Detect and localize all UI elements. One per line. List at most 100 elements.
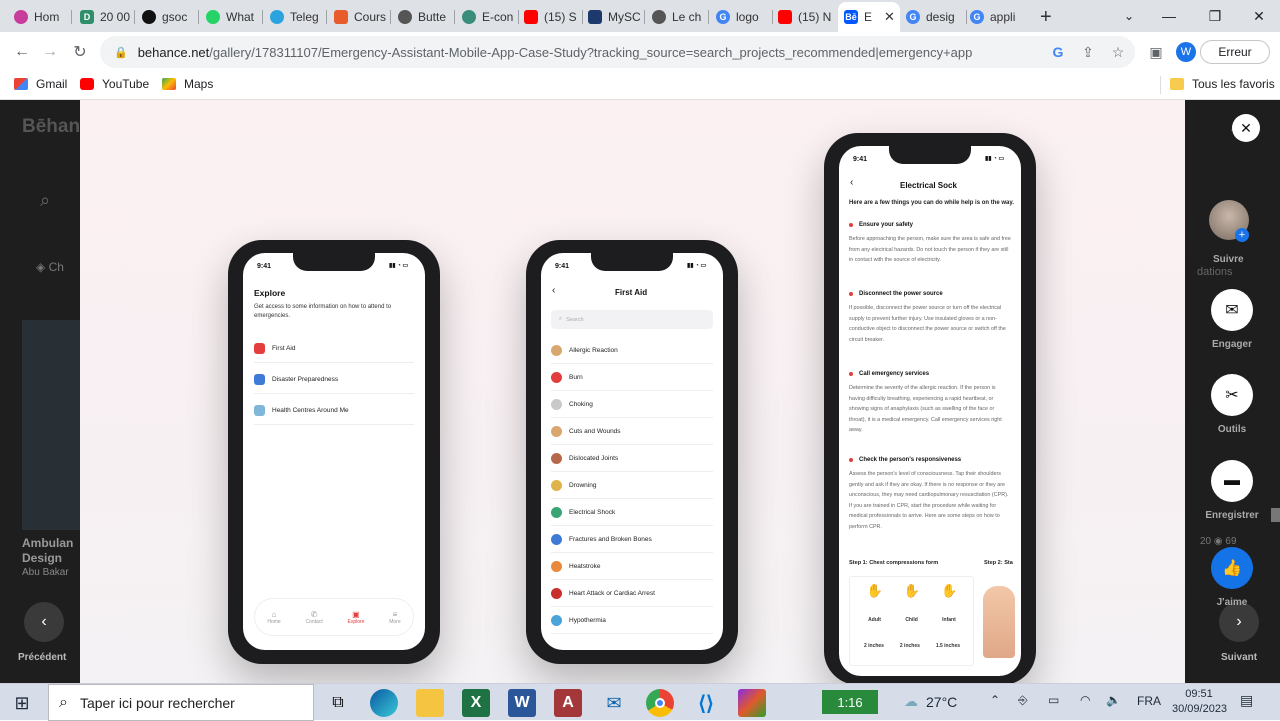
taskbar-search[interactable]: ⌕ Taper ici pour rechercher	[48, 684, 314, 721]
close-window-icon[interactable]: ✕	[1236, 0, 1280, 32]
list-item[interactable]: Electrical Shock	[551, 499, 713, 526]
tab[interactable]: E-con	[462, 4, 518, 30]
url-text[interactable]: behance.net/gallery/178311107/Emergency-…	[138, 45, 973, 60]
nav-explore[interactable]: ▣ Explore	[347, 610, 364, 625]
list-item[interactable]: Health Centres Around Me	[254, 396, 414, 425]
tab[interactable]: Gdesig	[906, 4, 964, 30]
side-panel-icon[interactable]: ▣	[1144, 40, 1168, 64]
google-lens-icon[interactable]: G	[1046, 40, 1070, 64]
list-item[interactable]: Allergic Reaction	[551, 337, 713, 364]
list-item[interactable]: First Aid	[254, 334, 414, 363]
bookmark-star-icon[interactable]: ☆	[1106, 40, 1130, 64]
nav-more[interactable]: ≡ More	[389, 610, 400, 625]
error-button[interactable]: Erreur	[1200, 40, 1270, 64]
thumbs-up-icon[interactable]: 👍	[1211, 547, 1253, 589]
tab-active[interactable]: Bē E ✕	[838, 2, 900, 32]
list-item[interactable]: Cuts and Wounds	[551, 418, 713, 445]
all-bookmarks[interactable]: Tous les favoris	[1170, 77, 1275, 91]
language-indicator[interactable]: FRA	[1137, 694, 1161, 708]
task-view-icon[interactable]: ⧉	[324, 689, 352, 717]
search-icon[interactable]: ⌕	[40, 190, 50, 211]
chrome-icon[interactable]	[646, 689, 674, 717]
google-icon: G	[970, 10, 984, 24]
list-item[interactable]: Heart Attack or Cardiac Arrest	[551, 580, 713, 607]
side-action-engager[interactable]: ✉ Engager	[1197, 289, 1267, 350]
next-button[interactable]: ›	[1219, 602, 1259, 642]
side-action-outils[interactable]: ✂ Outils	[1197, 374, 1267, 435]
notification-icon[interactable]: ▤	[1240, 692, 1253, 709]
list-item[interactable]: Dislocated Joints	[551, 445, 713, 472]
tab[interactable]: (15) S	[524, 4, 580, 30]
phone-first-aid: 9:41 ▮▮ ◔ ▭ ‹ First Aid ⌕ Search Allergic…	[526, 240, 738, 664]
clock[interactable]: 09:51 30/09/2023	[1172, 687, 1227, 717]
minimize-icon[interactable]: —	[1146, 0, 1192, 32]
tab[interactable]: (15) N	[778, 4, 832, 30]
nav-contact[interactable]: ✆ Contact	[305, 610, 322, 625]
weather-widget[interactable]: ☁ 27°C	[904, 693, 957, 710]
search-input[interactable]: ⌕ Search	[551, 310, 713, 329]
profile-avatar[interactable]: W	[1174, 40, 1198, 64]
maximize-icon[interactable]: ❐	[1192, 0, 1238, 32]
back-icon[interactable]: ←	[10, 40, 34, 64]
list-item[interactable]: Burn	[551, 364, 713, 391]
back-chevron-icon[interactable]: ‹	[850, 177, 853, 188]
usb-icon[interactable]: ⎆	[1018, 693, 1028, 708]
volume-icon[interactable]: 🔈	[1106, 693, 1121, 707]
vscode-icon[interactable]: ⟨⟩	[692, 689, 720, 717]
share-icon[interactable]: ⇪	[1076, 40, 1100, 64]
access-icon[interactable]: A	[554, 689, 582, 717]
bookmark-youtube[interactable]: YouTube	[80, 77, 149, 91]
list-item[interactable]: Fractures and Broken Bones	[551, 526, 713, 553]
close-tab-icon[interactable]: ✕	[884, 9, 895, 25]
media-timer[interactable]: 1:16	[822, 690, 878, 714]
tab[interactable]: Gappli	[970, 4, 1030, 30]
tab[interactable]: MySC	[588, 4, 640, 30]
chevron-up-icon[interactable]: ⌃	[990, 693, 1000, 707]
file-explorer-icon[interactable]	[416, 689, 444, 717]
bookmark-gmail[interactable]: Gmail	[14, 77, 67, 91]
tab[interactable]: Glogo	[716, 4, 770, 30]
previous-button[interactable]: ‹	[24, 602, 64, 642]
tab[interactable]: What	[206, 4, 258, 30]
tab[interactable]: gsoc	[142, 4, 194, 30]
winrar-icon[interactable]	[738, 689, 766, 717]
side-action-jaime[interactable]: 👍 J'aime	[1197, 547, 1267, 608]
follow-label[interactable]: Suivre	[1213, 254, 1244, 265]
tab[interactable]: Le ch	[652, 4, 706, 30]
background-chip[interactable]: ◈ Ch	[36, 260, 64, 274]
windows-start-icon[interactable]: ⊞	[8, 689, 36, 717]
list-item[interactable]: Disaster Preparedness	[254, 365, 414, 394]
list-item[interactable]: Choking	[551, 391, 713, 418]
globe-icon	[462, 10, 476, 24]
list-item[interactable]: Heatstroke	[551, 553, 713, 580]
bookmark-maps[interactable]: Maps	[162, 77, 213, 91]
tab[interactable]: Butte	[398, 4, 450, 30]
new-tab-icon[interactable]: +	[1040, 6, 1052, 29]
reload-icon[interactable]: ↻	[68, 40, 92, 64]
folder-icon[interactable]: ▬	[1211, 460, 1253, 502]
nav-home[interactable]: ⌂ Home	[267, 610, 280, 625]
battery-icon[interactable]: ▭	[1048, 693, 1059, 707]
tab[interactable]: Hom	[14, 4, 74, 30]
list-item[interactable]: Drowning	[551, 472, 713, 499]
wifi-icon[interactable]: ◠	[1080, 693, 1090, 707]
follow-plus-icon[interactable]: +	[1235, 228, 1249, 242]
side-action-enregistrer[interactable]: ▬ Enregistrer	[1197, 460, 1267, 521]
tab[interactable]: Teleg	[270, 4, 322, 30]
mail-icon[interactable]: ✉	[600, 689, 628, 717]
word-icon[interactable]: W	[508, 689, 536, 717]
forward-icon[interactable]: →	[38, 40, 62, 64]
back-chevron-icon[interactable]: ‹	[552, 285, 555, 296]
excel-icon[interactable]: X	[462, 689, 490, 717]
list-item[interactable]: Hypothermia	[551, 607, 713, 634]
scrollbar-thumb[interactable]	[1271, 508, 1280, 522]
close-modal-button[interactable]: ✕	[1232, 114, 1260, 142]
mail-icon[interactable]: ✉	[1211, 289, 1253, 331]
tools-icon[interactable]: ✂	[1211, 374, 1253, 416]
background-thumbnail[interactable]	[22, 320, 80, 530]
edge-icon[interactable]	[370, 689, 398, 717]
tab[interactable]: Cours	[334, 4, 386, 30]
address-bar[interactable]: 🔒 behance.net/gallery/178311107/Emergenc…	[100, 36, 1135, 68]
search-icon: ⌕	[59, 693, 68, 711]
tab[interactable]: D 20 00	[80, 4, 132, 30]
